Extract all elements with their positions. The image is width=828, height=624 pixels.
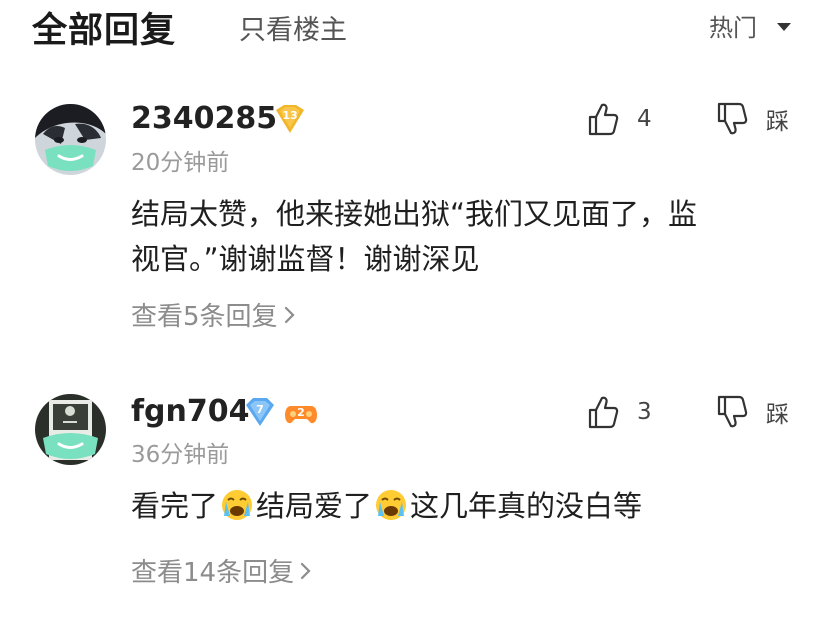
dislike-button[interactable]: 踩 [716, 395, 789, 429]
chevron-right-icon [300, 562, 311, 579]
username[interactable]: 2340285 [131, 101, 277, 136]
comment-text-part: 看完了 [131, 489, 219, 523]
timestamp: 36分钟前 [131, 442, 230, 468]
level-badge: 7 [243, 397, 277, 431]
view-replies-link[interactable]: 查看14条回复 [131, 552, 312, 589]
view-replies-label: 查看14条回复 [131, 558, 295, 588]
thumbs-down-icon [717, 395, 748, 428]
level-badge: 13 [272, 104, 308, 138]
dislike-label: 踩 [766, 109, 789, 135]
like-count: 3 [637, 399, 652, 425]
comment-text-part: 这几年真的没白等 [410, 489, 643, 523]
thumbs-up-icon [588, 396, 619, 429]
comments-header: 全部回复 只看楼主 热门 [0, 0, 828, 56]
comment-text-line: 视官。”谢谢监督！谢谢深见 [131, 242, 480, 276]
thumbs-up-icon [588, 103, 619, 136]
tab-all-replies[interactable]: 全部回复 [32, 2, 176, 53]
gamepad-badge-icon: 2 [284, 398, 318, 430]
caret-down-icon [777, 22, 791, 31]
comment-text: 看完了 结局爱了 这几年真的没白等 [131, 484, 791, 535]
level-text: 7 [256, 403, 264, 416]
avatar[interactable] [35, 394, 106, 465]
crying-emoji-icon [374, 488, 408, 535]
username[interactable]: fgn704 [131, 394, 250, 429]
comment-text-line: 结局太赞，他来接她出狱“我们又见面了，监 [131, 197, 698, 231]
tab-op-only[interactable]: 只看楼主 [239, 8, 347, 47]
avatar[interactable] [35, 104, 106, 175]
like-button[interactable]: 3 [587, 395, 652, 429]
view-replies-label: 查看5条回复 [131, 302, 278, 332]
crying-emoji-icon [220, 488, 254, 535]
sort-dropdown[interactable]: 热门 [709, 8, 791, 43]
view-replies-link[interactable]: 查看5条回复 [131, 296, 296, 333]
dislike-label: 踩 [766, 402, 789, 428]
like-count: 4 [637, 106, 652, 132]
level-text: 13 [282, 109, 297, 122]
comment-text: 结局太赞，他来接她出狱“我们又见面了，监 视官。”谢谢监督！谢谢深见 [131, 192, 791, 282]
comment-text-part: 结局爱了 [256, 489, 373, 523]
thumbs-down-icon [717, 102, 748, 135]
timestamp: 20分钟前 [131, 150, 230, 176]
chevron-right-icon [284, 306, 295, 323]
like-button[interactable]: 4 [587, 102, 652, 136]
dislike-button[interactable]: 踩 [716, 102, 789, 136]
badge-number: 2 [297, 406, 305, 419]
sort-label: 热门 [709, 14, 757, 42]
